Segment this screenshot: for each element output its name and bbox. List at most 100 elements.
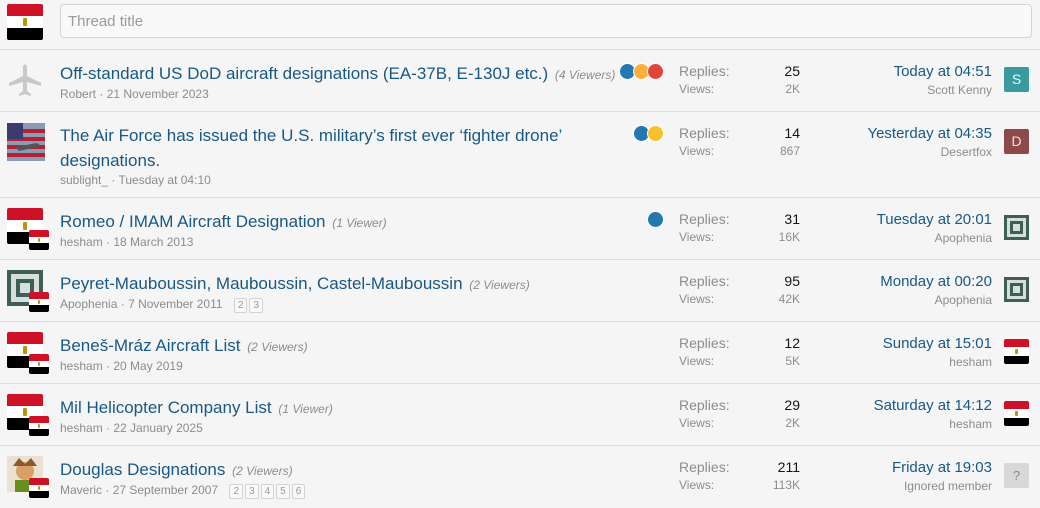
thread-author-link[interactable]: hesham [60, 421, 103, 435]
avatar[interactable]: D [1004, 129, 1029, 154]
views-label: Views: [679, 354, 715, 368]
latest-post: Today at 04:51 Scott Kenny [894, 62, 992, 98]
thread-title-link[interactable]: Off-standard US DoD aircraft designation… [60, 64, 548, 83]
page-link[interactable]: 3 [249, 298, 264, 313]
thread-stats: Replies: 211 Views: 113K [679, 458, 803, 494]
avatar[interactable]: S [1004, 67, 1029, 92]
thread-author-link[interactable]: hesham [60, 235, 103, 249]
thread-title-link[interactable]: Peyret-Mauboussin, Mauboussin, Castel-Ma… [60, 274, 463, 293]
views-count: 2K [785, 416, 800, 430]
thread-title-link[interactable]: The Air Force has issued the U.S. milita… [60, 126, 562, 170]
thread-start-date[interactable]: 27 September 2007 [113, 483, 218, 497]
page-link[interactable]: 2 [229, 484, 244, 499]
viewers-count: (1 Viewer) [332, 216, 387, 230]
viewers-count: (2 Viewers) [469, 278, 530, 292]
thread-stats: Replies: 25 Views: 2K [679, 62, 803, 98]
replies-count: 12 [784, 335, 800, 351]
latest-post-date[interactable]: Friday at 19:03 [892, 458, 992, 478]
replies-label: Replies: [679, 335, 730, 351]
thread-row[interactable]: Mil Helicopter Company List (1 Viewer) h… [0, 384, 1040, 446]
thread-stats: Replies: 31 Views: 16K [679, 210, 803, 246]
airplane-icon [9, 64, 41, 96]
views-count: 42K [778, 292, 800, 306]
views-count: 113K [772, 478, 800, 492]
angry-reaction-icon [647, 63, 664, 80]
views-label: Views: [679, 416, 715, 430]
latest-post: Tuesday at 20:01 Apophenia [877, 210, 992, 246]
thread-row[interactable]: The Air Force has issued the U.S. milita… [0, 112, 1040, 198]
page-link[interactable]: 6 [291, 484, 306, 499]
views-count: 5K [785, 354, 800, 368]
thread-start-date[interactable]: 21 November 2023 [107, 87, 209, 101]
latest-post-date[interactable]: Today at 04:51 [894, 62, 992, 82]
thread-stats: Replies: 14 Views: 867 [679, 124, 803, 160]
thread-row[interactable]: Romeo / IMAM Aircraft Designation (1 Vie… [0, 198, 1040, 260]
thread-start-date[interactable]: 7 November 2011 [128, 297, 223, 311]
views-label: Views: [679, 230, 715, 244]
latest-post: Yesterday at 04:35 Desertfox [867, 124, 992, 160]
page-link[interactable]: 2 [233, 298, 248, 313]
thread-author-link[interactable]: Robert [60, 87, 96, 101]
page-jump: 23 [232, 297, 264, 313]
egypt-flag-icon [29, 478, 49, 498]
egypt-flag-icon[interactable] [1004, 339, 1029, 364]
latest-post-user[interactable]: hesham [874, 416, 992, 432]
thread-start-date[interactable]: 20 May 2019 [113, 359, 182, 373]
thread-row[interactable]: Off-standard US DoD aircraft designation… [0, 50, 1040, 112]
latest-post-user[interactable]: Apophenia [877, 230, 992, 246]
reactions-summary[interactable] [633, 125, 669, 142]
latest-post-user[interactable]: Desertfox [867, 144, 992, 160]
latest-post-date[interactable]: Sunday at 15:01 [883, 334, 992, 354]
avatar[interactable]: ? [1004, 463, 1029, 488]
replies-label: Replies: [679, 397, 730, 413]
latest-post-date[interactable]: Tuesday at 20:01 [877, 210, 992, 230]
latest-post-date[interactable]: Yesterday at 04:35 [867, 124, 992, 144]
latest-post-user[interactable]: hesham [883, 354, 992, 370]
latest-post: Friday at 19:03 Ignored member [892, 458, 992, 494]
avatar[interactable] [1004, 277, 1029, 302]
page-link[interactable]: 4 [260, 484, 275, 499]
views-count: 867 [779, 144, 800, 158]
page-link[interactable]: 3 [245, 484, 259, 499]
latest-post-date[interactable]: Saturday at 14:12 [874, 396, 992, 416]
page-link[interactable]: 5 [276, 484, 290, 499]
reactions-summary[interactable] [647, 211, 665, 228]
views-label: Views: [679, 478, 715, 492]
latest-post-user[interactable]: Ignored member [892, 478, 992, 494]
us-flag-icon [7, 123, 45, 161]
thread-row[interactable]: Beneš-Mráz Aircraft List (2 Viewers) hes… [0, 322, 1040, 384]
thread-author-link[interactable]: sublight_ [60, 173, 108, 187]
thread-row[interactable]: Peyret-Mauboussin, Mauboussin, Castel-Ma… [0, 260, 1040, 322]
latest-post: Monday at 00:20 Apophenia [880, 272, 992, 308]
replies-count: 25 [784, 63, 800, 79]
replies-count: 211 [777, 459, 800, 475]
replies-label: Replies: [679, 459, 730, 475]
thread-author-link[interactable]: Apophenia [60, 297, 117, 311]
reactions-summary[interactable] [619, 63, 669, 80]
thread-start-date[interactable]: 18 March 2013 [113, 235, 193, 249]
thread-row[interactable]: Douglas Designations (2 Viewers) Maveric… [0, 446, 1040, 508]
thread-author-link[interactable]: hesham [60, 359, 103, 373]
views-label: Views: [679, 292, 715, 306]
latest-post-date[interactable]: Monday at 00:20 [880, 272, 992, 292]
thread-title-link[interactable]: Beneš-Mráz Aircraft List [60, 336, 240, 355]
thread-stats: Replies: 95 Views: 42K [679, 272, 803, 308]
latest-post: Sunday at 15:01 hesham [883, 334, 992, 370]
latest-post-user[interactable]: Scott Kenny [894, 82, 992, 98]
wow-reaction-icon [647, 125, 664, 142]
egypt-flag-icon[interactable] [1004, 401, 1029, 426]
thread-stats: Replies: 29 Views: 2K [679, 396, 803, 432]
replies-count: 14 [784, 125, 800, 141]
latest-post-user[interactable]: Apophenia [880, 292, 992, 308]
thread-title-link[interactable]: Romeo / IMAM Aircraft Designation [60, 212, 325, 231]
thread-title-link[interactable]: Douglas Designations [60, 460, 225, 479]
egypt-flag-icon [29, 292, 49, 312]
egypt-flag-icon [7, 4, 43, 40]
thread-start-date[interactable]: Tuesday at 04:10 [119, 173, 211, 187]
thread-author-link[interactable]: Maveric [60, 483, 102, 497]
viewers-count: (4 Viewers) [554, 68, 616, 82]
avatar[interactable] [1004, 215, 1029, 240]
thread-title-input[interactable] [60, 4, 1032, 38]
thread-start-date[interactable]: 22 January 2025 [113, 421, 202, 435]
thread-title-link[interactable]: Mil Helicopter Company List [60, 398, 272, 417]
